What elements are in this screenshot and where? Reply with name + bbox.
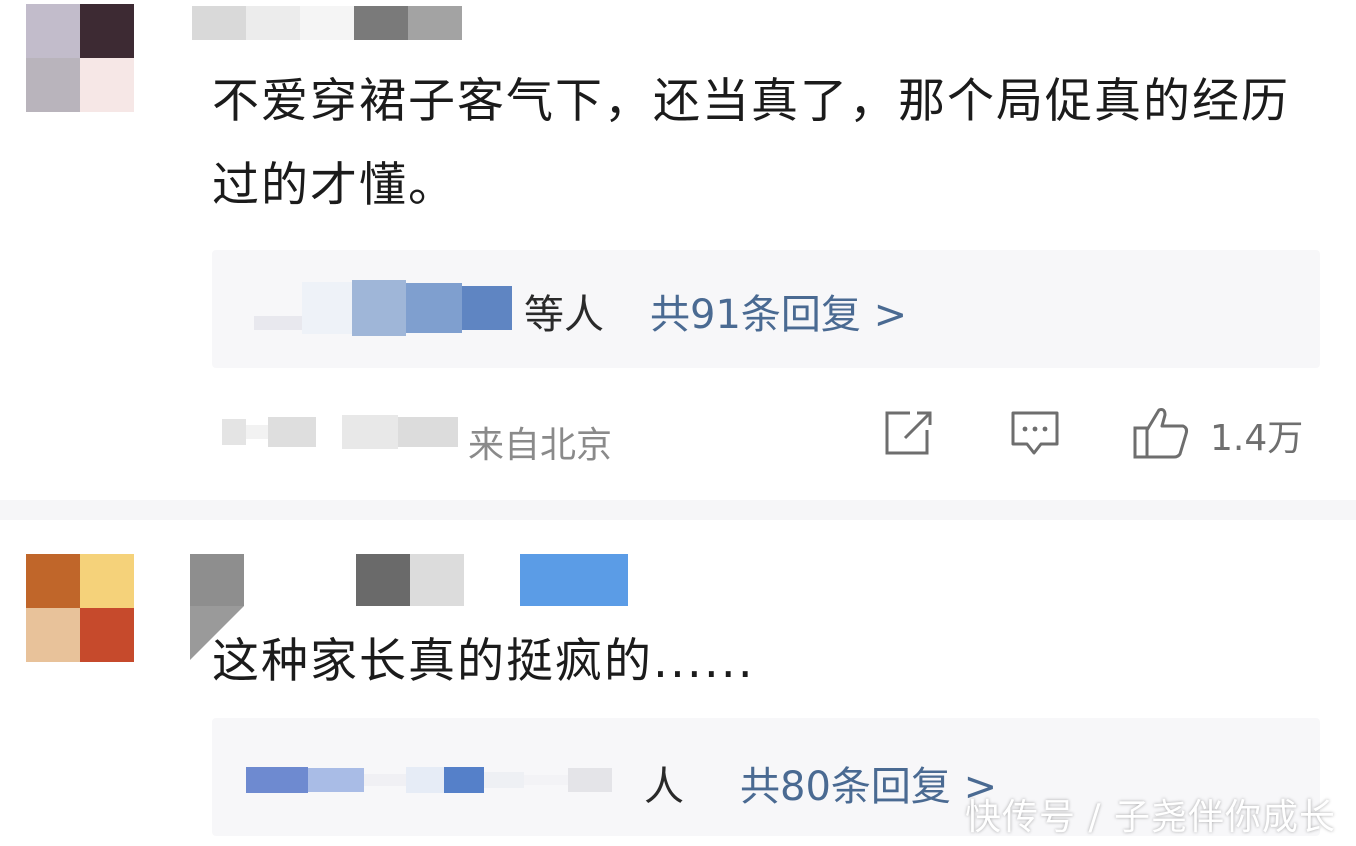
reply-count-link[interactable]: 共91条回复 > (650, 282, 907, 340)
avatar[interactable] (26, 554, 134, 662)
comment-icon (1010, 410, 1060, 462)
reply-count-link[interactable]: 共80条回复 > (740, 754, 997, 812)
like-button[interactable]: 1.4万 (1132, 406, 1303, 464)
share-button[interactable] (884, 410, 934, 460)
avatar[interactable] (26, 4, 134, 112)
location-text: 来自北京 (468, 425, 613, 466)
like-count: 1.4万 (1210, 418, 1304, 459)
username-pixelated[interactable] (192, 6, 462, 40)
watermark: 快传号 / 子尧伴你成长 (964, 797, 1336, 838)
comment-button[interactable] (1010, 410, 1060, 462)
comment-card: 不爱穿裙子客气下，还当真了，那个局促真的经历过的才懂。 等人 共91条回复 > … (0, 0, 1356, 500)
meta-pixelated (222, 412, 458, 452)
replier-names-pixelated (246, 752, 612, 808)
comment-text: 不爱穿裙子客气下，还当真了，那个局促真的经历过的才懂。 (212, 74, 1290, 213)
replier-names-pixelated (254, 280, 512, 336)
reply-suffix: 等人 (524, 292, 604, 338)
username-pixelated[interactable] (190, 554, 628, 606)
thumbs-up-icon (1132, 406, 1190, 464)
share-icon (884, 410, 934, 460)
comment-divider (0, 500, 1356, 520)
reply-preview[interactable]: 等人 共91条回复 > (212, 250, 1320, 368)
comment-text: 这种家长真的挺疯的...... (212, 634, 755, 689)
reply-suffix: 人 (644, 764, 684, 810)
